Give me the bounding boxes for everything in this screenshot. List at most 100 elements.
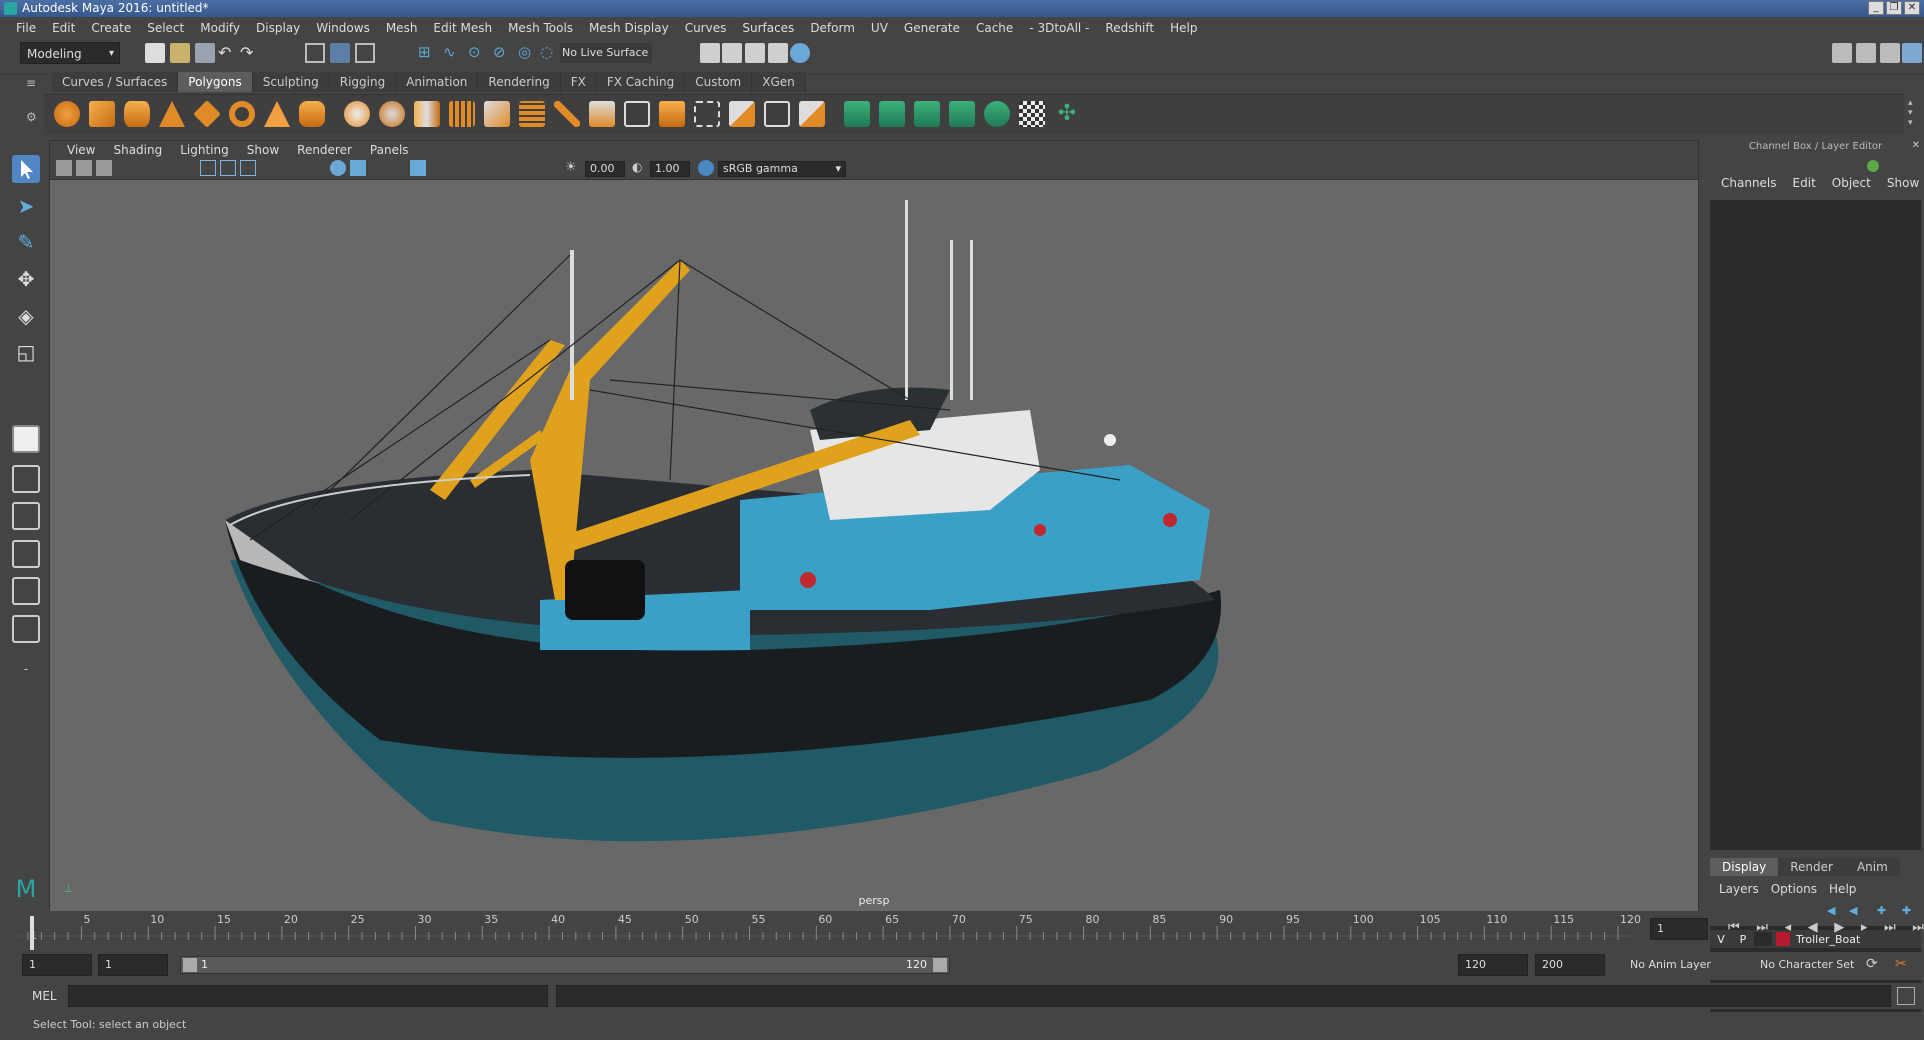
scene-end-field[interactable]: 200 (1535, 954, 1605, 976)
step-forward-key-icon[interactable]: ⏭ (1884, 920, 1896, 944)
layer-menu-options[interactable]: Options (1765, 882, 1823, 896)
layer-menu-layers[interactable]: Layers (1713, 882, 1765, 896)
move-layer-up-icon[interactable]: ◀ (1827, 904, 1835, 917)
select-component-icon[interactable] (355, 43, 375, 63)
minimize-button[interactable]: _ (1868, 1, 1884, 15)
move-layer-down-icon[interactable]: ◀ (1849, 904, 1857, 917)
automatic-uv-icon[interactable] (949, 101, 975, 127)
menu-mesh-tools[interactable]: Mesh Tools (500, 21, 581, 35)
shelf-scroll-icon[interactable]: ▴ ▾ ▾ (1908, 98, 1913, 128)
cylindrical-uv-icon[interactable] (879, 101, 905, 127)
menu-mesh-display[interactable]: Mesh Display (581, 21, 677, 35)
channel-box-toggle-icon[interactable] (1902, 43, 1922, 63)
render-view-icon[interactable] (700, 43, 720, 63)
menu-3dtoall[interactable]: - 3DtoAll - (1021, 21, 1097, 35)
smooth-shade-icon[interactable] (350, 160, 366, 176)
render-current-icon[interactable] (722, 43, 742, 63)
cb-menu-show[interactable]: Show (1879, 176, 1924, 194)
poly-cube-icon[interactable] (89, 101, 115, 127)
wireframe-icon[interactable] (330, 160, 346, 176)
uv-layout-icon[interactable]: ✣ (1054, 101, 1080, 127)
menu-cache[interactable]: Cache (968, 21, 1021, 35)
menu-select[interactable]: Select (139, 21, 192, 35)
camera-attributes-icon[interactable] (56, 160, 72, 176)
graph-editor-layout-icon[interactable] (12, 577, 40, 605)
select-hierarchy-icon[interactable] (305, 43, 325, 63)
combine-icon[interactable] (344, 101, 370, 127)
vp-menu-view[interactable]: View (58, 143, 104, 157)
mirror-icon[interactable] (414, 101, 440, 127)
grid-toggle-icon[interactable] (200, 160, 216, 176)
snap-point-icon[interactable]: ⊙ (468, 43, 488, 63)
multi-cut-icon[interactable] (694, 101, 720, 127)
script-editor-icon[interactable] (1897, 987, 1915, 1005)
scene-start-field[interactable]: 1 (22, 954, 92, 976)
collapse-icon[interactable] (799, 101, 825, 127)
tab-fx-caching[interactable]: FX Caching (596, 72, 686, 92)
menu-curves[interactable]: Curves (677, 21, 735, 35)
ipr-render-icon[interactable] (745, 43, 765, 63)
tool-settings-icon[interactable] (1880, 43, 1900, 63)
outliner-layout-icon[interactable] (12, 540, 40, 568)
spherical-uv-icon[interactable] (914, 101, 940, 127)
play-backward-icon[interactable]: ◀ (1808, 920, 1818, 944)
range-end-handle[interactable] (933, 958, 947, 972)
side-by-side-layout-icon[interactable] (12, 502, 40, 530)
textured-icon[interactable] (410, 160, 426, 176)
vp-menu-lighting[interactable]: Lighting (171, 143, 238, 157)
snap-view-icon[interactable]: ⊘ (493, 43, 513, 63)
lasso-tool-icon[interactable]: ➤ (12, 192, 40, 220)
vp-menu-renderer[interactable]: Renderer (288, 143, 361, 157)
menu-file[interactable]: File (8, 21, 44, 35)
poly-plane-icon[interactable] (193, 100, 221, 128)
select-object-icon[interactable] (330, 43, 350, 63)
mode-selector[interactable]: Modeling ▾ (20, 42, 120, 64)
close-button[interactable]: ✕ (1904, 1, 1920, 15)
modeling-toolkit-icon[interactable] (1832, 43, 1852, 63)
exposure-icon[interactable]: ☀ (565, 160, 581, 176)
preferences-icon[interactable]: ✂ (1895, 956, 1907, 972)
connect-icon[interactable] (764, 101, 790, 127)
snap-plane-icon[interactable]: ◌ (540, 43, 560, 63)
playback-end-field[interactable]: 120 (1458, 954, 1528, 976)
menu-edit[interactable]: Edit (44, 21, 83, 35)
live-surface-field[interactable]: No Live Surface (560, 43, 652, 63)
shelf-menu-icon[interactable]: ≡ (26, 76, 36, 90)
open-scene-icon[interactable] (170, 43, 190, 63)
panel-close-icon[interactable]: ✕ (1912, 140, 1920, 151)
tab-animation[interactable]: Animation (396, 72, 479, 92)
fill-hole-icon[interactable] (659, 101, 685, 127)
menu-generate[interactable]: Generate (896, 21, 968, 35)
attribute-editor-icon[interactable] (1856, 43, 1876, 63)
separate-icon[interactable] (379, 101, 405, 127)
menu-uv[interactable]: UV (863, 21, 896, 35)
vp-menu-shading[interactable]: Shading (104, 143, 171, 157)
poly-pipe-icon[interactable] (299, 101, 325, 127)
four-view-layout-icon[interactable] (12, 465, 40, 493)
menu-modify[interactable]: Modify (192, 21, 248, 35)
new-layer-selected-icon[interactable]: ✚ (1902, 904, 1911, 917)
poly-torus-icon[interactable] (229, 101, 255, 127)
color-space-dropdown[interactable]: sRGB gamma ▾ (718, 161, 846, 177)
command-input[interactable] (68, 985, 548, 1007)
reduce-icon[interactable] (484, 101, 510, 127)
vp-menu-show[interactable]: Show (238, 143, 288, 157)
menu-redshift[interactable]: Redshift (1097, 21, 1162, 35)
tab-rendering[interactable]: Rendering (478, 72, 561, 92)
go-to-start-icon[interactable]: ⏮ (1728, 920, 1740, 944)
menu-display[interactable]: Display (248, 21, 308, 35)
cb-menu-object[interactable]: Object (1824, 176, 1879, 194)
move-tool-icon[interactable]: ✥ (12, 265, 40, 293)
channel-area[interactable] (1710, 200, 1921, 850)
bevel-icon[interactable] (589, 101, 615, 127)
append-icon[interactable] (624, 101, 650, 127)
menu-create[interactable]: Create (83, 21, 139, 35)
save-scene-icon[interactable] (195, 43, 215, 63)
poly-cone-icon[interactable] (159, 101, 185, 127)
film-gate-icon[interactable] (220, 160, 236, 176)
character-set-dropdown[interactable]: No Character Set (1750, 954, 1880, 976)
poly-cylinder-icon[interactable] (124, 101, 150, 127)
render-settings-icon[interactable] (768, 43, 788, 63)
anim-layer-dropdown[interactable]: No Anim Layer (1620, 954, 1730, 976)
select-tool-icon[interactable] (12, 155, 40, 183)
